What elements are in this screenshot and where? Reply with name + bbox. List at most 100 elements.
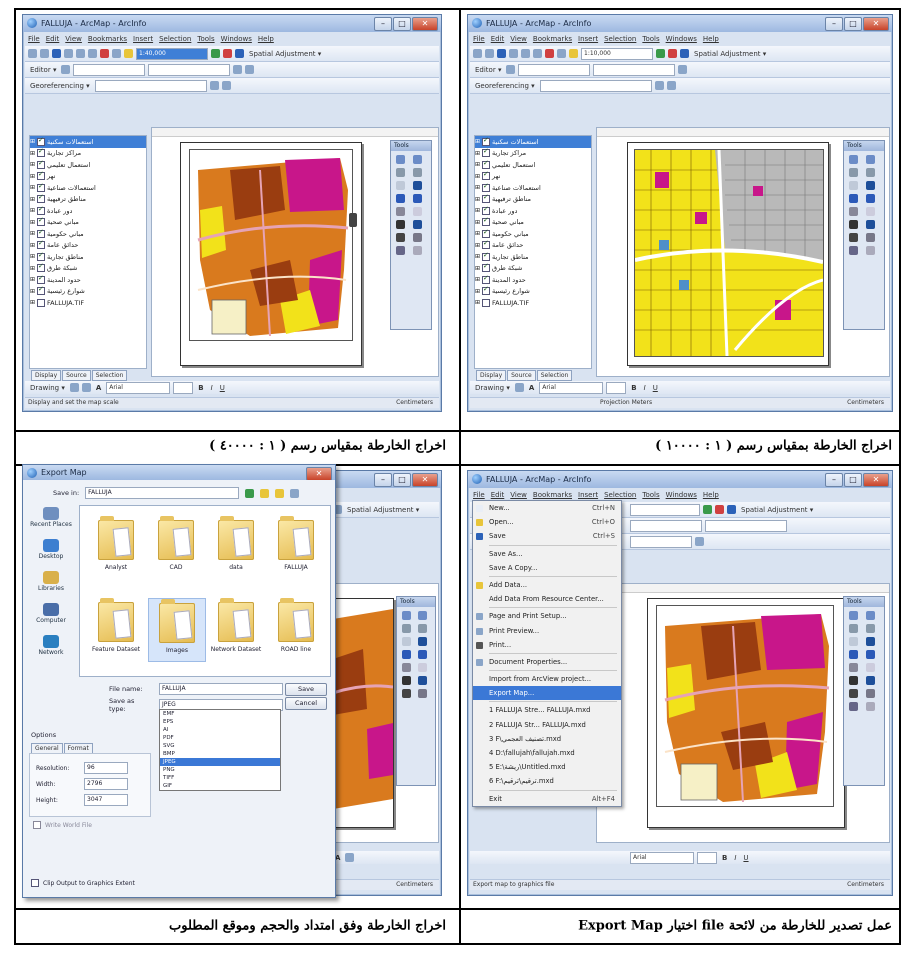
file-type-option[interactable]: TIFF [160,774,280,782]
layer-visibility-checkbox[interactable] [482,239,491,250]
expand-icon[interactable]: ⊞ [30,230,35,237]
spatial-adjustment-menu[interactable]: Spatial Adjustment ▾ [247,50,323,58]
save-as-type-list[interactable]: EMF EPS AI PDF SVG BMP JPEG PNG TIFF GIF [159,709,281,791]
expand-icon[interactable]: ⊞ [475,230,480,237]
folder-item[interactable]: data [208,516,264,578]
add-data-icon[interactable] [124,49,133,58]
zoom-out-icon[interactable] [865,611,875,620]
clear-selection-icon[interactable] [865,207,875,216]
layer-visibility-checkbox[interactable] [37,170,46,181]
menu-help[interactable]: Help [703,489,719,501]
fixed-zoom-in-icon[interactable] [849,168,858,177]
layer-dropdown[interactable] [94,79,207,92]
find-icon[interactable] [849,689,858,698]
file-menu-item[interactable]: Print Preview... [473,624,621,638]
rotate-icon[interactable] [654,81,664,90]
bold-button[interactable]: B [629,384,638,392]
menu-edit[interactable]: Edit [491,33,505,45]
measure-icon[interactable] [396,246,405,255]
menu-bookmarks[interactable]: Bookmarks [88,33,127,45]
italic-button[interactable]: I [732,854,738,862]
italic-button[interactable]: I [209,384,215,392]
editor-toolbar-icon[interactable] [211,49,220,58]
width-input[interactable]: 2796 [84,778,128,790]
expand-icon[interactable]: ⊞ [30,265,35,272]
map-scale-dropdown[interactable] [630,503,700,516]
map-scale-dropdown[interactable]: 1:10,000 [581,47,653,60]
minimize-button[interactable]: – [825,17,843,31]
minimize-button[interactable]: – [825,473,843,487]
file-name-input[interactable]: FALLUJA [159,683,283,695]
world-file-checkbox[interactable] [33,821,41,829]
select-features-icon[interactable] [849,207,858,216]
new-folder-icon[interactable] [275,488,285,498]
layer-row[interactable]: شبكة طرق ⊞ [30,262,146,275]
folder-item[interactable]: CAD [148,516,204,578]
select-elements-icon[interactable] [396,220,405,229]
add-data-icon[interactable] [569,49,578,58]
file-type-option[interactable]: PNG [160,766,280,774]
font-dropdown[interactable]: Arial [539,381,604,394]
delete-icon[interactable] [545,49,554,58]
place-computer[interactable]: Computer [27,603,75,635]
open-icon[interactable] [485,49,494,58]
resolution-input[interactable]: 96 [84,762,128,774]
go-to-xy-icon[interactable] [412,233,422,242]
expand-icon[interactable]: ⊞ [30,150,35,157]
toc-tab-display[interactable]: Display [476,370,507,381]
expand-icon[interactable]: ⊞ [30,184,35,191]
file-type-option[interactable]: EMF [160,710,280,718]
zoom-in-icon[interactable] [849,155,858,164]
layer-visibility-checkbox[interactable] [37,251,46,261]
menu-view[interactable]: View [510,33,527,45]
select-features-icon[interactable] [396,207,405,216]
select-elements-icon[interactable] [514,383,524,392]
menu-file[interactable]: File [473,33,485,45]
save-icon[interactable] [52,49,61,58]
file-menu-item[interactable]: Add Data... [473,578,621,592]
delete-icon[interactable] [100,49,109,58]
expand-icon[interactable]: ⊞ [30,207,35,214]
toc-tab-source[interactable]: Source [507,370,536,381]
file-type-option[interactable]: GIF [160,782,280,790]
close-button[interactable]: ✕ [412,17,438,31]
expand-icon[interactable]: ⊞ [475,265,480,272]
editor-toolbar-icon[interactable] [656,49,665,58]
maximize-button[interactable]: □ [393,17,411,31]
expand-icon[interactable]: ⊞ [475,299,480,306]
pan-icon[interactable] [849,181,858,190]
menu-file[interactable]: File [28,33,40,45]
pan-icon[interactable] [849,637,858,646]
folder-item[interactable]: Images [148,598,206,662]
layer-visibility-checkbox[interactable] [37,136,46,146]
menu-insert[interactable]: Insert [133,33,153,45]
bold-button[interactable]: B [196,384,205,392]
target-dropdown[interactable] [148,63,231,76]
expand-icon[interactable]: ⊞ [30,253,35,260]
layer-visibility-checkbox[interactable] [37,182,46,192]
folder-item[interactable]: Network Dataset [208,598,264,660]
clip-output-checkbox[interactable] [31,879,39,887]
map-layout-view[interactable]: Tools [327,583,439,843]
layer-row[interactable]: نهر ⊞ [30,170,146,183]
sketch-properties-icon[interactable] [245,65,255,74]
file-menu-item[interactable]: Document Properties... [473,655,621,669]
cut-icon[interactable] [76,49,85,58]
layer-row[interactable]: دور عبادة ⊞ [30,205,146,217]
print-icon[interactable] [509,49,518,58]
hyperlink-icon[interactable] [865,702,875,711]
layer-visibility-checkbox[interactable] [37,274,46,284]
font-size-dropdown[interactable] [173,381,194,394]
layer-visibility-checkbox[interactable] [37,298,46,307]
file-menu-item[interactable]: Import from ArcView project... [473,672,621,686]
file-menu-item[interactable]: 3 F\تصنيف العجمي.mxd [473,732,621,746]
height-input[interactable]: 3047 [84,794,128,806]
file-menu-item[interactable]: Save A Copy... [473,561,621,575]
arctoolbox-icon[interactable] [715,505,724,514]
cut-icon[interactable] [521,49,530,58]
layer-row[interactable]: استعمال تعليمي ⊞ [30,159,146,171]
go-to-xy-icon[interactable] [417,689,427,698]
close-button[interactable]: ✕ [863,473,889,487]
find-icon[interactable] [396,233,405,242]
layer-visibility-checkbox[interactable] [37,262,46,273]
